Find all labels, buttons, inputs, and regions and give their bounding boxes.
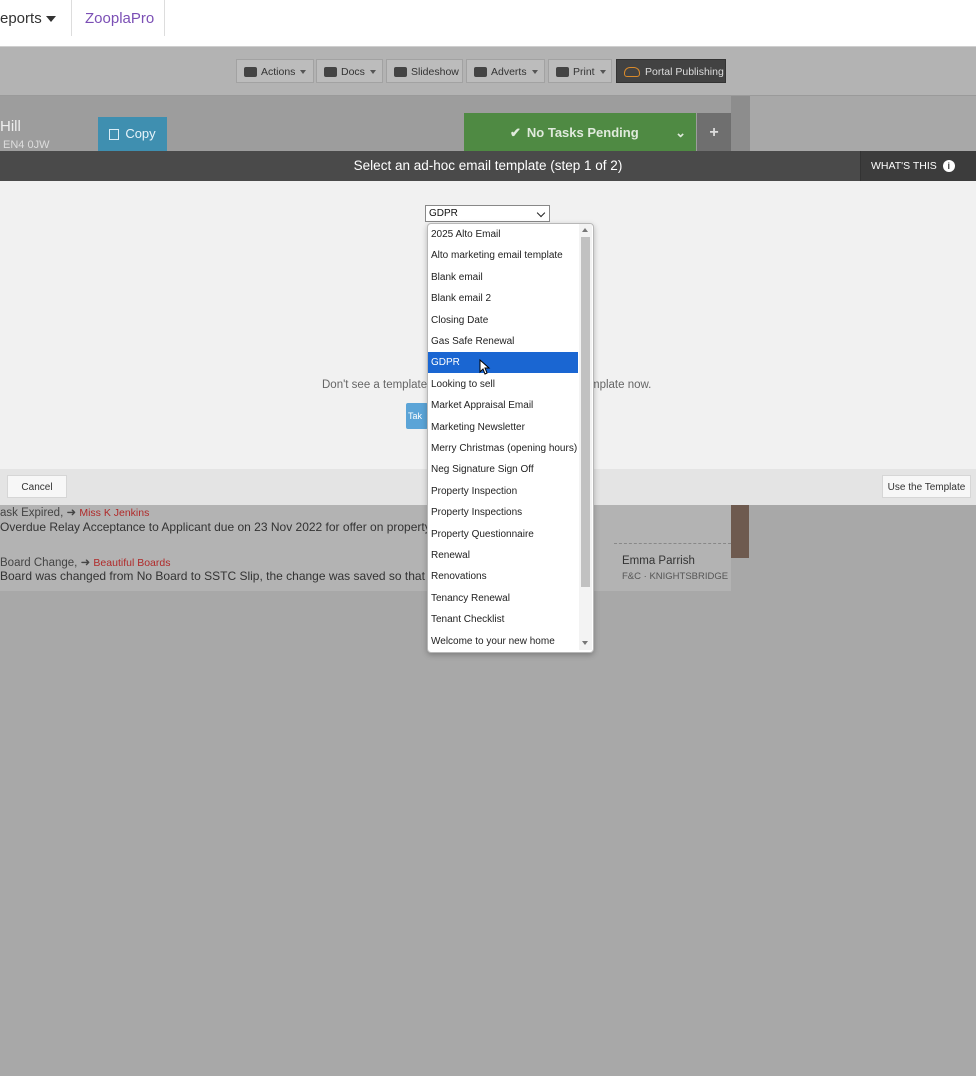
folder-icon: [324, 67, 337, 78]
printer-icon: [556, 67, 569, 78]
dropdown-option[interactable]: Blank email 2: [428, 288, 578, 309]
scroll-down-arrow-icon[interactable]: [582, 641, 588, 645]
dropdown-option[interactable]: Renewal: [428, 545, 578, 566]
template-select-value: GDPR: [429, 208, 458, 219]
nav-reports[interactable]: eports: [0, 10, 56, 27]
dropdown-option[interactable]: 2025 Alto Email: [428, 224, 578, 245]
copy-icon: [109, 129, 120, 141]
chevron-down-icon: ⌄: [675, 125, 686, 140]
actions-label: Actions: [261, 66, 296, 78]
nav-zooplapro[interactable]: ZooplaPro: [85, 10, 154, 27]
dropdown-option[interactable]: Tenant Checklist: [428, 609, 578, 630]
template-select[interactable]: GDPR: [425, 205, 550, 222]
take-button[interactable]: Tak: [406, 403, 428, 429]
dropdown-option[interactable]: Merry Christmas (opening hours): [428, 438, 578, 459]
dropdown-option[interactable]: Alto marketing email template: [428, 245, 578, 266]
arrow-right-icon: ➜: [80, 557, 91, 569]
scrollbar-thumb[interactable]: [581, 237, 590, 587]
copy-button[interactable]: Copy: [98, 117, 167, 151]
activity-title: ask Expired, ➜ Miss K Jenkins: [0, 505, 149, 519]
copy-label: Copy: [125, 126, 156, 141]
dropdown-option[interactable]: Property Inspection: [428, 481, 578, 502]
dropdown-option[interactable]: Market Appraisal Email: [428, 395, 578, 416]
print-label: Print: [573, 66, 595, 78]
dropdown-option[interactable]: Neg Signature Sign Off: [428, 459, 578, 480]
nav-divider: [164, 0, 165, 36]
activity-text: Board was changed from No Board to SSTC …: [0, 569, 428, 583]
whats-this-button[interactable]: WHAT'S THIS i: [860, 151, 976, 181]
gears-icon: [244, 67, 257, 78]
check-icon: ✔: [510, 125, 521, 140]
camera-icon: [394, 67, 407, 78]
cancel-button[interactable]: Cancel: [7, 475, 67, 498]
mouse-cursor-icon: [479, 359, 491, 375]
portal-publishing-label: Portal Publishing: [645, 66, 724, 78]
slideshow-button[interactable]: Slideshow: [386, 59, 463, 83]
dropdown-option[interactable]: Blank email: [428, 267, 578, 288]
help-text: mplate now.: [590, 379, 652, 391]
adverts-label: Adverts: [491, 66, 527, 78]
use-template-button[interactable]: Use the Template: [882, 475, 971, 498]
property-postcode: EN4 0JW: [3, 139, 50, 151]
adverts-button[interactable]: Adverts: [466, 59, 545, 83]
activity-text: Overdue Relay Acceptance to Applicant du…: [0, 520, 428, 534]
activity-link[interactable]: Beautiful Boards: [93, 557, 170, 569]
dropdown-option[interactable]: Looking to sell: [428, 374, 578, 395]
activity-link[interactable]: Miss K Jenkins: [79, 507, 149, 519]
template-dropdown-list[interactable]: 2025 Alto Email Alto marketing email temp…: [427, 223, 594, 653]
portal-publishing-button[interactable]: Portal Publishing: [616, 59, 726, 83]
activity-type: Board Change,: [0, 557, 78, 569]
dropdown-option[interactable]: Property Questionnaire: [428, 524, 578, 545]
dropdown-option[interactable]: Tenancy Renewal: [428, 588, 578, 609]
chevron-down-icon: [536, 208, 546, 218]
tasks-label: No Tasks Pending: [526, 125, 639, 140]
agent-office: F&C · KNIGHTSBRIDGE: [622, 571, 729, 582]
dropdown-option[interactable]: Welcome to your new home: [428, 631, 578, 652]
caret-down-icon: [531, 70, 538, 75]
dropdown-option[interactable]: Marketing Newsletter: [428, 417, 578, 438]
info-icon: i: [942, 160, 955, 173]
caret-down-icon: [599, 70, 606, 75]
print-button[interactable]: Print: [548, 59, 612, 83]
help-text: Don't see a template: [322, 379, 428, 391]
dropdown-option[interactable]: GDPR: [428, 352, 578, 374]
whats-this-label: WHAT'S THIS: [871, 160, 937, 172]
activity-title: Board Change, ➜ Beautiful Boards: [0, 555, 170, 569]
scroll-up-arrow-icon[interactable]: [582, 228, 588, 232]
dropdown-scrollbar[interactable]: [579, 224, 592, 650]
nav-reports-label: eports: [0, 10, 42, 27]
add-task-button[interactable]: +: [697, 113, 731, 153]
caret-down-icon: [300, 70, 307, 75]
agent-photo: [731, 505, 749, 558]
activity-type: ask Expired,: [0, 507, 64, 519]
actions-button[interactable]: Actions: [236, 59, 314, 83]
docs-label: Docs: [341, 66, 365, 78]
tasks-status-button[interactable]: ✔ No Tasks Pending ⌄: [464, 113, 696, 153]
dropdown-option[interactable]: Renovations: [428, 566, 578, 587]
caret-down-icon: [45, 16, 56, 23]
house-icon: [474, 67, 487, 78]
property-name: Hill: [0, 118, 21, 135]
cloud-icon: [624, 67, 640, 78]
dropdown-option[interactable]: Property Inspections: [428, 502, 578, 523]
agent-name: Emma Parrish: [622, 555, 695, 567]
modal-title: Select an ad-hoc email template (step 1 …: [353, 158, 623, 173]
dropdown-option[interactable]: Closing Date: [428, 310, 578, 331]
docs-button[interactable]: Docs: [316, 59, 383, 83]
dropdown-option[interactable]: Gas Safe Renewal: [428, 331, 578, 352]
divider: [614, 543, 731, 544]
arrow-right-icon: ➜: [66, 507, 77, 519]
slideshow-label: Slideshow: [411, 66, 459, 78]
caret-down-icon: [369, 70, 376, 75]
property-photo: [731, 96, 750, 151]
nav-divider: [71, 0, 72, 36]
